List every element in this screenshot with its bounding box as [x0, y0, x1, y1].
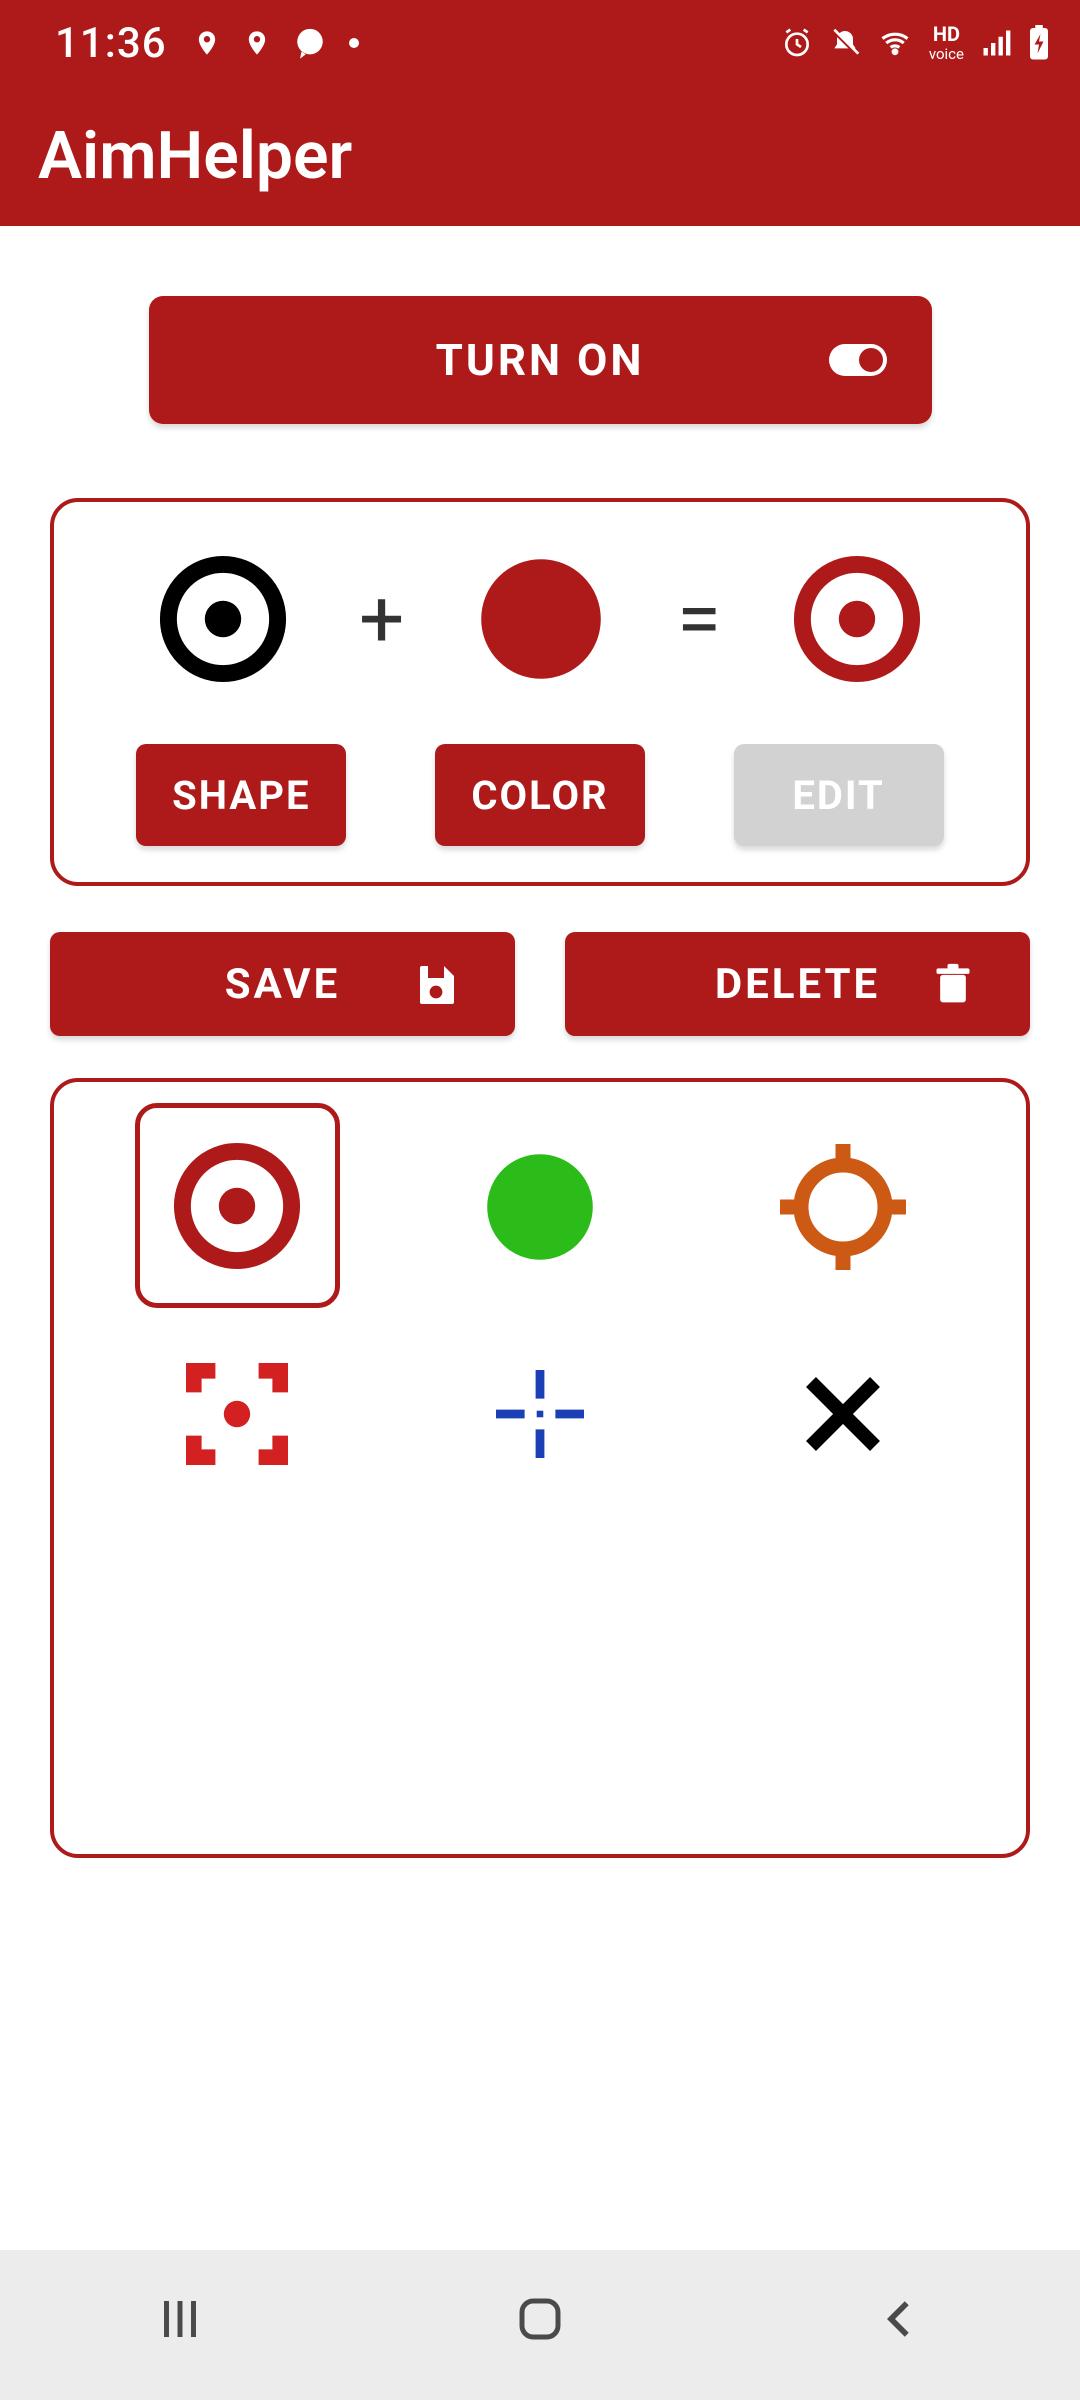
solid-green-icon: [485, 1152, 595, 1262]
preset-plus-blue[interactable]: [437, 1311, 642, 1516]
turn-on-label: TURN ON: [436, 334, 645, 386]
chat-icon: [293, 26, 327, 60]
wifi-icon: [877, 28, 913, 58]
edit-button: EDIT: [734, 744, 944, 846]
status-right: HDvoice: [781, 25, 1050, 62]
signal-icon: [980, 28, 1012, 58]
app-title: AimHelper: [38, 118, 352, 195]
color-preview-icon: [476, 554, 606, 684]
shape-preview-icon: [158, 554, 288, 684]
android-nav-bar: [0, 2250, 1080, 2400]
preset-x-black[interactable]: [740, 1311, 945, 1516]
location-icon: [243, 25, 271, 61]
config-panel: + = SHAPE COLOR EDIT: [50, 498, 1030, 886]
recents-icon[interactable]: [153, 2292, 207, 2346]
equals-symbol: =: [677, 572, 721, 666]
preset-reticle-orange[interactable]: [740, 1104, 945, 1309]
x-black-icon: [793, 1364, 893, 1464]
result-preview-icon: [792, 554, 922, 684]
reticle-orange-icon: [768, 1132, 918, 1282]
status-bar: 11:36 HDvoice: [0, 0, 1080, 86]
turn-on-toggle[interactable]: [829, 344, 887, 376]
plus-symbol: +: [359, 572, 404, 666]
bracket-red-icon: [177, 1354, 297, 1474]
toggle-knob-icon: [859, 348, 883, 372]
status-left: 11:36: [55, 19, 359, 68]
color-button[interactable]: COLOR: [435, 744, 645, 846]
alarm-icon: [781, 27, 813, 59]
preset-radio-red[interactable]: [135, 1103, 340, 1308]
plus-blue-icon: [485, 1359, 595, 1469]
formula-row: + =: [92, 554, 988, 684]
battery-charging-icon: [1028, 25, 1050, 61]
delete-button[interactable]: DELETE: [565, 932, 1030, 1036]
save-icon: [412, 960, 460, 1008]
mute-icon: [829, 27, 861, 59]
shape-button[interactable]: SHAPE: [136, 744, 346, 846]
preset-panel: [50, 1078, 1030, 1858]
save-button[interactable]: SAVE: [50, 932, 515, 1036]
back-icon[interactable]: [873, 2292, 927, 2346]
location-icon: [193, 25, 221, 61]
more-notifications-dot-icon: [349, 38, 359, 48]
hd-voice-icon: HDvoice: [929, 25, 964, 62]
home-icon[interactable]: [513, 2292, 567, 2346]
preset-bracket-red[interactable]: [135, 1311, 340, 1516]
preset-solid-green[interactable]: [437, 1104, 642, 1309]
app-bar: AimHelper: [0, 86, 1080, 226]
trash-icon: [931, 959, 975, 1009]
turn-on-button[interactable]: TURN ON: [149, 296, 932, 424]
status-time: 11:36: [55, 19, 167, 68]
radio-red-icon: [172, 1141, 302, 1271]
